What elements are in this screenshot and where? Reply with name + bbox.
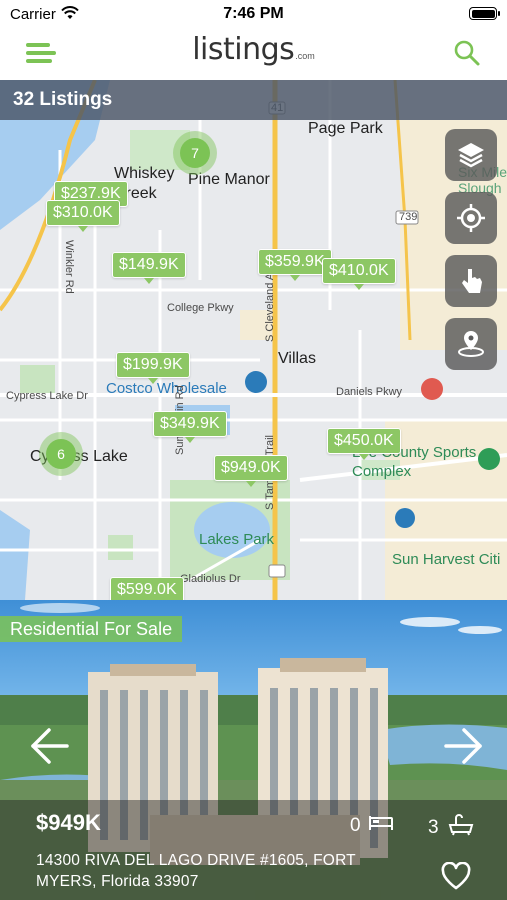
place-label: Villas — [278, 350, 316, 367]
map-view[interactable]: Page Park Whiskey Creek Pine Manor Villa… — [0, 80, 507, 600]
place-label: Lakes Park — [199, 531, 275, 548]
price-marker[interactable]: $149.9K — [112, 252, 186, 284]
beds-value: 0 — [350, 815, 361, 836]
road-label: College Pkwy — [167, 302, 234, 314]
bed-icon — [368, 816, 393, 830]
listing-cluster[interactable]: 7 — [173, 131, 217, 175]
listing-count: 32 Listings — [13, 89, 113, 110]
road-label: Gladiolus Dr — [180, 573, 241, 585]
listing-status-tag: Residential For Sale — [0, 616, 183, 642]
listing-card[interactable]: Residential For Sale $949K 0 3 14300 RIV… — [0, 600, 507, 900]
clock: 7:46 PM — [223, 5, 284, 22]
road-label: Cypress Lake Dr — [6, 390, 88, 402]
draw-button[interactable] — [445, 255, 497, 307]
price-marker[interactable]: $599.0K — [110, 577, 184, 600]
map-base-layer — [0, 80, 507, 600]
previous-arrow-icon[interactable] — [27, 726, 71, 766]
beds-count: 0 — [350, 814, 394, 837]
layers-icon — [458, 143, 484, 168]
pin-area-icon — [458, 331, 484, 357]
baths-value: 3 — [428, 817, 439, 838]
listing-cluster[interactable]: 6 — [39, 432, 83, 476]
baths-count: 3 — [428, 814, 474, 839]
status-bar: Carrier 7:46 PM — [0, 0, 507, 28]
cluster-count: 6 — [46, 439, 76, 469]
listing-count-bar: 32 Listings — [0, 80, 507, 120]
place-label: Page Park — [308, 120, 383, 137]
price-marker[interactable]: $450.0K — [327, 428, 401, 460]
draw-icon — [462, 269, 482, 293]
price-marker[interactable]: $410.0K — [322, 258, 396, 290]
app-root: Carrier 7:46 PM listings.com Page Park W… — [0, 0, 507, 900]
search-icon[interactable] — [453, 39, 481, 67]
price-marker[interactable]: $359.9K — [258, 249, 332, 281]
locate-icon — [457, 204, 485, 232]
listing-price: $949K — [36, 810, 101, 835]
price-marker[interactable]: $199.9K — [116, 352, 190, 384]
battery-icon — [469, 7, 500, 20]
road-label: 739 — [399, 211, 418, 223]
bath-icon — [448, 814, 474, 836]
logo-text: listings — [192, 32, 295, 67]
listing-address: 14300 RIVA DEL LAGO DRIVE #1605, FORT MY… — [36, 852, 356, 890]
pin-area-button[interactable] — [445, 318, 497, 370]
road-label: Daniels Pkwy — [336, 386, 403, 398]
listing-info-bar: $949K 0 3 14300 RIVA DEL LAGO DRIVE #160… — [0, 800, 507, 900]
price-marker[interactable]: $949.0K — [214, 455, 288, 487]
next-arrow-icon[interactable] — [442, 726, 486, 766]
poi-label: Costco Wholesale — [106, 380, 227, 397]
app-logo: listings.com — [0, 32, 507, 67]
poi-label: Sun Harvest Citi — [392, 551, 501, 568]
favorite-heart-icon[interactable] — [441, 862, 471, 890]
cluster-count: 7 — [180, 138, 210, 168]
logo-suffix: .com — [295, 51, 315, 61]
price-marker[interactable]: $349.9K — [153, 411, 227, 443]
top-nav-bar: listings.com — [0, 28, 507, 80]
price-marker[interactable]: $310.0K — [46, 200, 120, 232]
road-label: Winkler Rd — [63, 240, 75, 294]
layers-button[interactable] — [445, 129, 497, 181]
locate-button[interactable] — [445, 192, 497, 244]
